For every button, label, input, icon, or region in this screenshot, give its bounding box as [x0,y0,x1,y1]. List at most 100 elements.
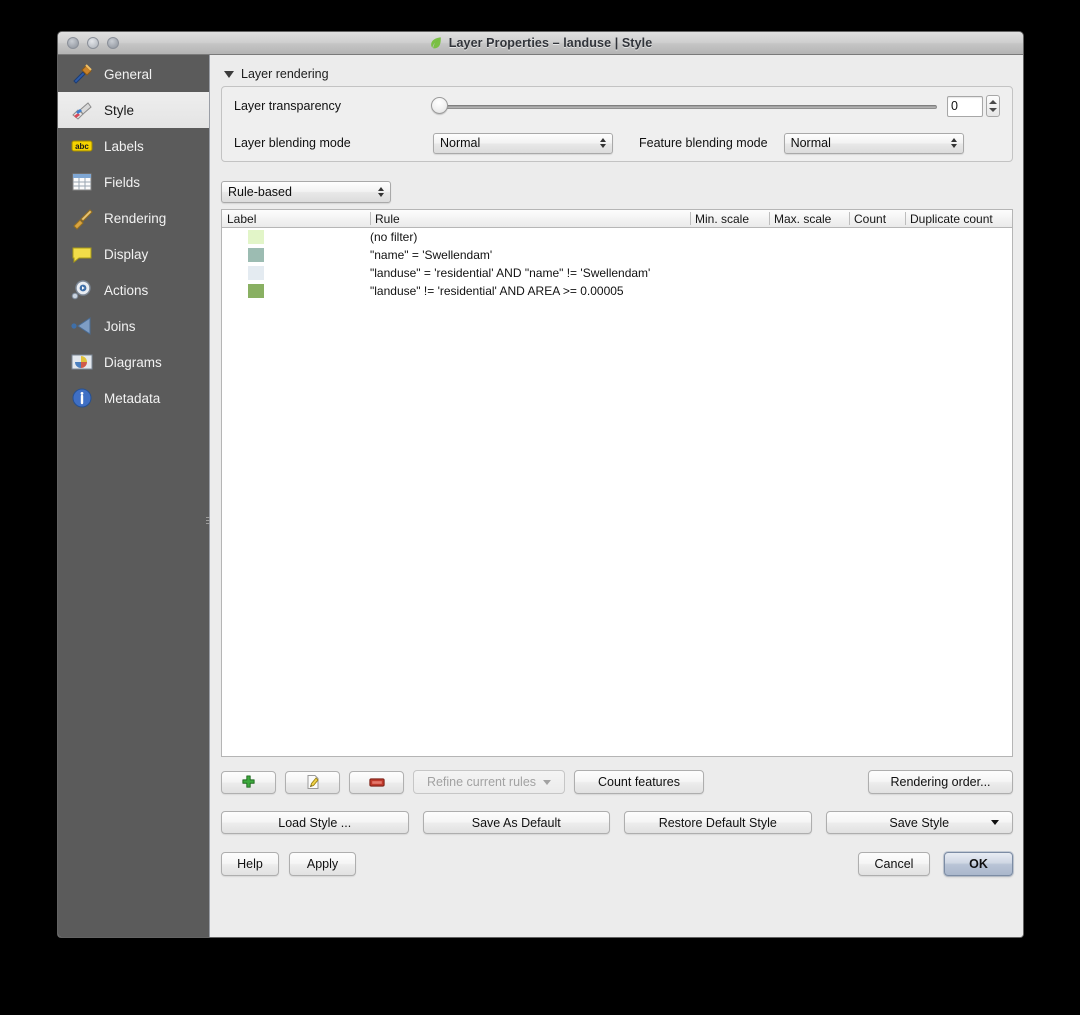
save-style-button[interactable]: Save Style [825,811,1013,834]
svg-text:abc: abc [75,142,89,151]
remove-rule-button[interactable] [349,770,404,794]
table-row[interactable]: (no filter) [222,228,1012,246]
paintbrush-icon [72,102,92,120]
sidebar-item-label: General [104,66,153,82]
renderer-type-select[interactable]: Rule-based [221,181,391,203]
chevron-updown-icon [600,138,606,148]
pencil-edit-icon [307,775,319,789]
rule-expression: "landuse" != 'residential' AND AREA >= 0… [370,284,624,298]
save-as-default-button[interactable]: Save As Default [422,811,610,834]
sidebar-item-actions[interactable]: Actions [58,272,209,308]
rule-color-swatch [248,266,264,280]
gear-play-icon [71,280,91,300]
sidebar-item-label: Metadata [104,390,161,406]
chevron-down-icon [543,779,552,785]
layer-rendering-group: Layer transparency 0 Layer blending mode… [221,86,1013,162]
chevron-down-icon[interactable] [991,820,999,825]
sidebar-item-style[interactable]: Style [58,92,209,128]
save-as-default-label: Save As Default [471,815,561,830]
count-features-button[interactable]: Count features [574,770,704,794]
sidebar-item-label: Labels [104,138,144,154]
transparency-value-input[interactable]: 0 [947,95,983,117]
layer-rendering-group-header[interactable]: Layer rendering [224,67,1013,81]
sidebar-item-label: Rendering [104,210,167,226]
help-label: Help [237,857,263,871]
sidebar-item-label: Actions [104,282,149,298]
rule-symbol-cell [222,230,370,244]
column-header-label[interactable]: Label [222,210,370,227]
count-features-label: Count features [598,775,680,789]
layer-properties-dialog: Layer Properties – landuse | Style Gener… [57,31,1024,938]
column-header-count[interactable]: Count [849,210,905,227]
sidebar-item-label: Diagrams [104,354,162,370]
collapse-triangle-icon[interactable] [224,70,234,78]
sidebar-item-diagrams[interactable]: Diagrams [58,344,209,380]
ok-button[interactable]: OK [944,852,1013,876]
window-titlebar: Layer Properties – landuse | Style [58,32,1023,55]
close-button[interactable] [67,37,79,49]
column-header-rule[interactable]: Rule [370,210,690,227]
sidebar-item-label: Fields [104,174,141,190]
layer-transparency-slider[interactable] [431,97,937,115]
sidebar-item-metadata[interactable]: Metadata [58,380,209,416]
broom-icon [73,209,93,230]
layer-rendering-title: Layer rendering [241,67,329,81]
apply-label: Apply [306,857,339,871]
sidebar-item-label: Joins [104,318,136,334]
cancel-label: Cancel [874,857,914,871]
chevron-updown-icon [950,138,957,148]
abc-label-icon: abc [71,140,93,152]
transparency-stepper[interactable] [986,95,1000,117]
restore-default-style-button[interactable]: Restore Default Style [624,811,812,834]
stepper-up-icon[interactable] [989,100,997,104]
rendering-order-button[interactable]: Rendering order... [868,770,1013,794]
zoom-button[interactable] [107,37,119,49]
window-title-text: Layer Properties – landuse | Style [448,36,653,50]
style-actions-row: Load Style ... Save As Default Restore D… [221,811,1013,834]
cancel-button[interactable]: Cancel [858,852,930,876]
column-header-max-scale[interactable]: Max. scale [769,210,849,227]
add-rule-button[interactable] [221,770,276,794]
layer-transparency-label: Layer transparency [234,99,342,113]
rules-tree-view[interactable]: Label Rule Min. scale Max. scale Count D… [221,209,1013,757]
save-style-label: Save Style [889,815,950,830]
rule-color-swatch [248,230,264,244]
sidebar-item-label: Style [104,102,135,118]
apply-button[interactable]: Apply [289,852,356,876]
layer-blending-value: Normal [440,136,481,150]
refine-current-rules-button[interactable]: Refine current rules [413,770,565,794]
stepper-down-icon[interactable] [989,108,997,112]
layer-blending-mode-select[interactable]: Normal [433,132,613,154]
column-header-min-scale[interactable]: Min. scale [690,210,769,227]
sidebar-item-labels[interactable]: abc Labels [58,128,209,164]
edit-rule-button[interactable] [285,770,340,794]
speech-bubble-icon [72,247,92,264]
refine-label: Refine current rules [426,775,537,789]
sidebar-item-general[interactable]: General [58,56,209,92]
load-style-label: Load Style ... [278,815,352,830]
table-row[interactable]: "name" = 'Swellendam' [222,246,1012,264]
load-style-button[interactable]: Load Style ... [221,811,409,834]
join-arrow-icon [71,317,91,335]
slider-handle[interactable] [431,97,448,114]
rules-table-header: Label Rule Min. scale Max. scale Count D… [222,210,1012,228]
table-grid-icon [72,173,92,191]
layer-blending-label: Layer blending mode [234,136,351,150]
help-button[interactable]: Help [221,852,279,876]
restore-default-label: Restore Default Style [658,815,777,830]
rule-color-swatch [248,284,264,298]
sidebar-item-display[interactable]: Display [58,236,209,272]
layer-transparency-spinner[interactable]: 0 [947,95,1000,117]
sidebar-item-fields[interactable]: Fields [58,164,209,200]
sidebar-item-rendering[interactable]: Rendering [58,200,209,236]
sidebar-item-joins[interactable]: Joins [58,308,209,344]
feature-blending-label: Feature blending mode [639,136,768,150]
rules-toolbar: Refine current rules Count features Rend… [221,770,1013,794]
column-header-duplicate-count[interactable]: Duplicate count [905,210,1012,227]
minimize-button[interactable] [87,37,99,49]
feature-blending-mode-select[interactable]: Normal [783,132,964,154]
table-row[interactable]: "landuse" = 'residential' AND "name" != … [222,264,1012,282]
hammer-icon [73,64,92,84]
table-row[interactable]: "landuse" != 'residential' AND AREA >= 0… [222,282,1012,300]
slider-track [439,105,937,109]
